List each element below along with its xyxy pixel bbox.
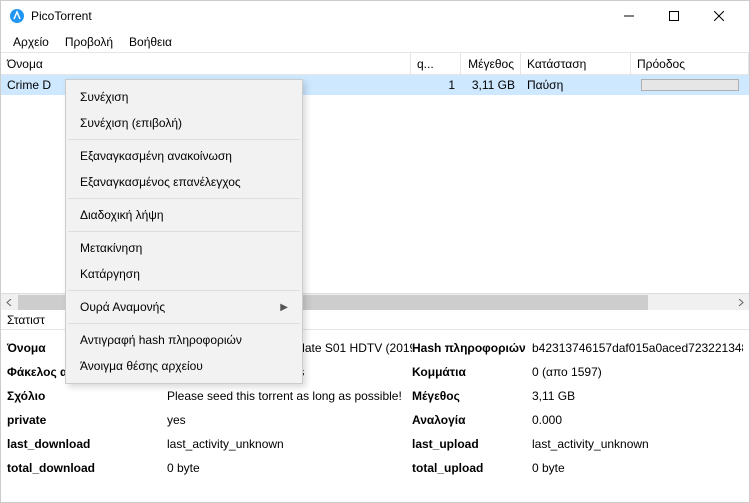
cm-move[interactable]: Μετακίνηση	[66, 235, 302, 261]
cm-sequential[interactable]: Διαδοχική λήψη	[66, 202, 302, 228]
cell-queue: 1	[411, 75, 461, 95]
col-header-progress[interactable]: Πρόοδος	[631, 53, 749, 74]
menu-help[interactable]: Βοήθεια	[121, 33, 180, 51]
cm-resume-force[interactable]: Συνέχιση (επιβολή)	[66, 110, 302, 136]
detail-key-comment: Σχόλιο	[7, 389, 167, 403]
cell-progress	[631, 75, 749, 95]
col-header-queue[interactable]: q...	[411, 53, 461, 74]
window-title: PicoTorrent	[31, 9, 92, 23]
scroll-left-icon[interactable]	[1, 294, 18, 311]
detail-key-size: Μέγεθος	[412, 389, 532, 403]
minimize-button[interactable]	[606, 1, 651, 31]
menu-file[interactable]: Αρχείο	[5, 33, 57, 51]
chevron-right-icon: ▶	[280, 302, 288, 313]
menu-view[interactable]: Προβολή	[57, 33, 121, 51]
detail-val-pieces: 0 (απο 1597)	[532, 365, 743, 379]
cm-open-location[interactable]: Άνοιγμα θέσης αρχείου	[66, 353, 302, 379]
cm-copy-hash[interactable]: Αντιγραφή hash πληροφοριών	[66, 327, 302, 353]
detail-val-lastul: last_activity_unknown	[532, 437, 743, 451]
app-icon	[9, 8, 25, 24]
cm-separator	[68, 323, 300, 324]
detail-val-private: yes	[167, 413, 412, 427]
menubar: Αρχείο Προβολή Βοήθεια	[1, 31, 749, 53]
col-header-name[interactable]: Όνομα	[1, 53, 411, 74]
col-header-status[interactable]: Κατάσταση	[521, 53, 631, 74]
cm-separator	[68, 290, 300, 291]
detail-val-hash: b42313746157daf015a0aced7232213489f5	[532, 341, 743, 355]
close-button[interactable]	[696, 1, 741, 31]
detail-val-lastdl: last_activity_unknown	[167, 437, 412, 451]
detail-key-totaldl: total_download	[7, 461, 167, 475]
detail-key-lastdl: last_download	[7, 437, 167, 451]
titlebar: PicoTorrent	[1, 1, 749, 31]
detail-key-private: private	[7, 413, 167, 427]
torrent-table-header: Όνομα q... Μέγεθος Κατάσταση Πρόοδος	[1, 53, 749, 75]
cm-force-reannounce[interactable]: Εξαναγκασμένη ανακοίνωση	[66, 143, 302, 169]
detail-val-ratio: 0.000	[532, 413, 743, 427]
cm-remove[interactable]: Κατάργηση	[66, 261, 302, 287]
cm-separator	[68, 198, 300, 199]
detail-key-totalul: total_upload	[412, 461, 532, 475]
cm-separator	[68, 231, 300, 232]
detail-key-hash: Hash πληροφοριών	[412, 341, 532, 355]
detail-val-comment: Please seed this torrent as long as poss…	[167, 389, 412, 403]
detail-val-totaldl: 0 byte	[167, 461, 412, 475]
col-header-size[interactable]: Μέγεθος	[461, 53, 521, 74]
detail-val-totalul: 0 byte	[532, 461, 743, 475]
detail-key-pieces: Κομμάτια	[412, 365, 532, 379]
cm-resume[interactable]: Συνέχιση	[66, 84, 302, 110]
detail-val-size: 3,11 GB	[532, 389, 743, 403]
cm-force-recheck[interactable]: Εξαναγκασμένος επανέλεγχος	[66, 169, 302, 195]
context-menu: Συνέχιση Συνέχιση (επιβολή) Εξαναγκασμέν…	[65, 79, 303, 384]
cell-status: Παύση	[521, 75, 631, 95]
cm-queue[interactable]: Ουρά Αναμονής ▶	[66, 294, 302, 320]
maximize-button[interactable]	[651, 1, 696, 31]
progress-bar	[641, 79, 739, 91]
detail-key-lastul: last_upload	[412, 437, 532, 451]
cm-separator	[68, 139, 300, 140]
detail-key-ratio: Αναλογία	[412, 413, 532, 427]
cell-size: 3,11 GB	[461, 75, 521, 95]
scroll-right-icon[interactable]	[732, 294, 749, 311]
